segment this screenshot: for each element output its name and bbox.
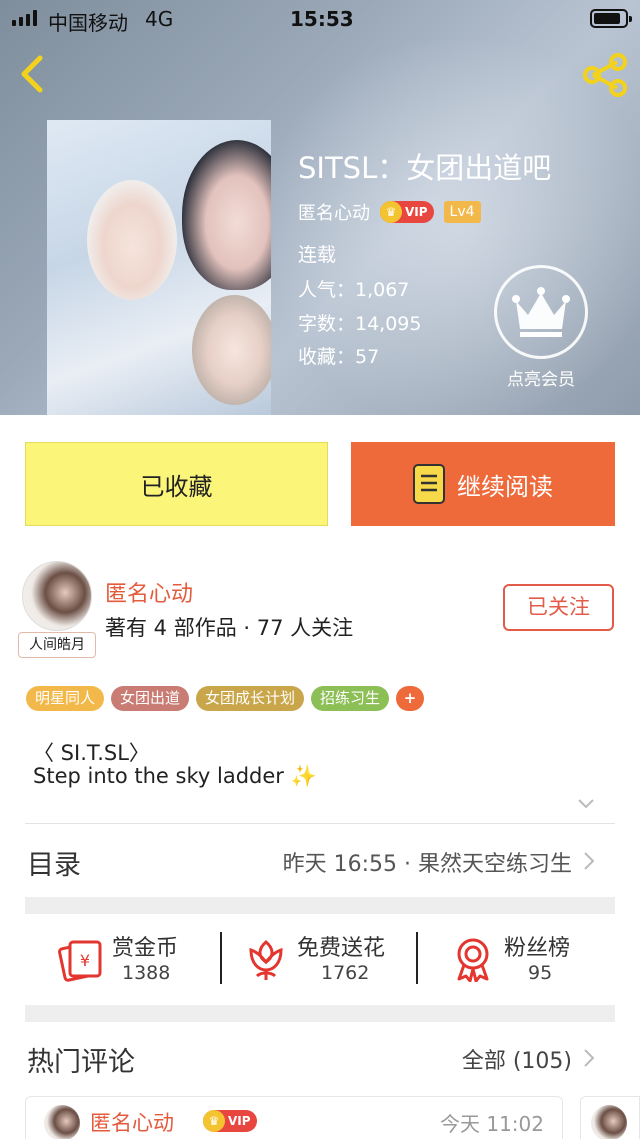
stat-label: 免费送花: [297, 936, 386, 961]
medal-icon: [457, 938, 489, 982]
book-header: 中国移动 4G 15:53 SITSL：女团出道吧 匿名心动 ♛ VIP Lv4: [0, 0, 640, 415]
book-icon: [413, 464, 445, 504]
toc-title[interactable]: 目录: [27, 843, 81, 882]
status-time: 15:53: [290, 7, 354, 31]
status-bar: 中国移动 4G 15:53: [0, 0, 640, 38]
section-separator: [25, 1005, 615, 1022]
stat-divider: [416, 932, 418, 984]
svg-text:¥: ¥: [80, 951, 90, 970]
tag-item[interactable]: 女团出道: [111, 686, 190, 711]
section-separator: [25, 897, 615, 914]
book-word-count: 字数：14,095: [298, 313, 422, 335]
chevron-left-icon: [21, 55, 43, 93]
vip-badge-label: VIP: [405, 205, 428, 219]
tag-list: 明星同人 女团出道 女团成长计划 招练习生 +: [26, 686, 425, 711]
stat-label: 赏金币: [112, 936, 179, 961]
all-comments-link[interactable]: 全部 (105): [462, 1043, 572, 1075]
book-cover[interactable]: [47, 120, 271, 415]
fan-ranking-button[interactable]: 粉丝榜 95: [450, 930, 590, 988]
tag-item[interactable]: 招练习生: [311, 686, 390, 711]
follow-button[interactable]: 已关注: [503, 584, 614, 631]
collected-button[interactable]: 已收藏: [25, 442, 328, 526]
book-favorites: 收藏：57: [298, 346, 380, 368]
continue-reading-button[interactable]: 继续阅读: [351, 442, 615, 526]
carrier-name: 中国移动: [48, 11, 128, 35]
book-description-line: 〈 SI.T.SL〉: [33, 741, 150, 765]
hot-comments-title: 热门评论: [27, 1047, 135, 1078]
collected-button-label: 已收藏: [140, 472, 213, 501]
book-description-line: Step into the sky ladder ✨: [33, 764, 317, 788]
author-stats: 著有 4 部作品 · 77 人关注: [105, 616, 354, 640]
share-icon: [583, 53, 627, 97]
reward-coins-button[interactable]: ¥ 赏金币 1388: [58, 930, 208, 988]
stat-value: 95: [528, 962, 553, 984]
gold-coin-icon: ¥: [58, 940, 102, 982]
chevron-down-icon[interactable]: [577, 798, 595, 810]
stat-label: 粉丝榜: [504, 936, 571, 961]
flower-icon: [249, 940, 283, 980]
book-status: 连载: [298, 244, 337, 266]
book-author-name[interactable]: 匿名心动: [298, 199, 370, 225]
stat-value: 1388: [122, 962, 171, 984]
commenter-avatar[interactable]: [44, 1105, 80, 1139]
author-avatar-tag: 人间皓月: [18, 632, 96, 658]
cover-figure: [192, 295, 271, 405]
comment-card[interactable]: [580, 1096, 640, 1139]
chevron-right-icon[interactable]: [583, 851, 595, 871]
vip-badge: ♛ VIP: [203, 1110, 257, 1132]
book-author-line: 匿名心动 ♛ VIP Lv4: [298, 198, 481, 226]
book-popularity: 人气：1,067: [298, 279, 410, 301]
send-flowers-button[interactable]: 免费送花 1762: [243, 930, 403, 988]
continue-reading-label: 继续阅读: [457, 472, 553, 501]
vip-badge-label: VIP: [228, 1114, 251, 1128]
comment-card[interactable]: 匿名心动 ♛ VIP 今天 11:02: [25, 1096, 563, 1139]
membership-label: 点亮会员: [507, 370, 575, 390]
tag-item[interactable]: 明星同人: [26, 686, 105, 711]
section-divider: [25, 823, 615, 824]
network-type: 4G: [145, 7, 174, 31]
share-button[interactable]: [580, 52, 630, 98]
stat-divider: [220, 932, 222, 984]
author-avatar[interactable]: [22, 561, 92, 631]
book-title: SITSL：女团出道吧: [298, 151, 552, 185]
comment-time: 今天 11:02: [440, 1112, 544, 1136]
author-name[interactable]: 匿名心动: [105, 576, 193, 608]
commenter-avatar[interactable]: [591, 1105, 627, 1139]
toc-latest-chapter[interactable]: 昨天 16:55 · 果然天空练习生: [283, 846, 572, 878]
signal-strength-icon: [12, 10, 37, 26]
battery-icon: [590, 9, 632, 28]
cover-figure: [87, 180, 177, 300]
membership-button[interactable]: 点亮会员: [490, 265, 592, 390]
commenter-name[interactable]: 匿名心动: [90, 1107, 174, 1137]
crown-icon: ♛: [203, 1110, 225, 1132]
stat-value: 1762: [321, 962, 370, 984]
cover-figure: [182, 140, 271, 290]
back-button[interactable]: [12, 52, 52, 96]
vip-badge: ♛ VIP: [380, 201, 434, 223]
membership-ring: [494, 265, 588, 359]
crown-icon: ♛: [380, 201, 402, 223]
level-badge: Lv4: [443, 201, 481, 223]
crown-icon: [512, 287, 570, 337]
more-tags-button[interactable]: +: [396, 686, 425, 711]
tag-item[interactable]: 女团成长计划: [196, 686, 305, 711]
chevron-right-icon[interactable]: [583, 1048, 595, 1068]
